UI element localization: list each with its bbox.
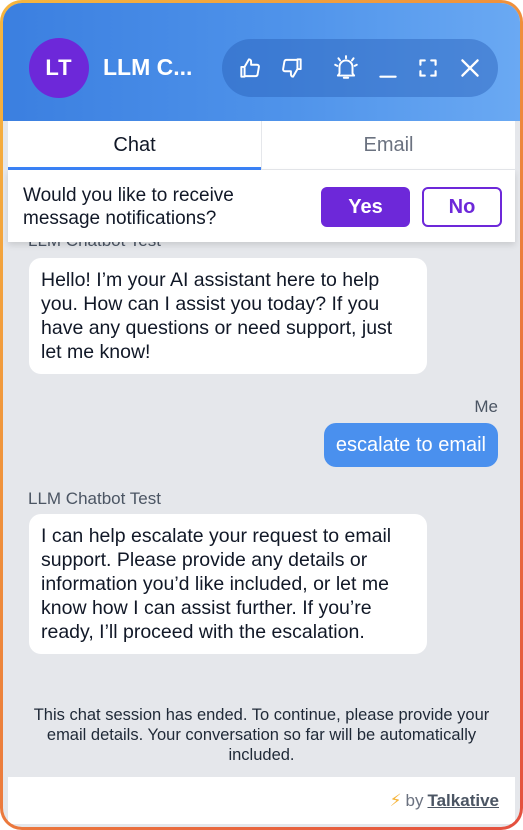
chat-widget: LT LLM C... Chat Email Would you like to… (3, 3, 520, 827)
thumbs-down-icon[interactable] (278, 54, 306, 82)
avatar: LT (29, 38, 89, 98)
notification-question: Would you like to receive message notifi… (23, 185, 234, 229)
chat-transcript[interactable]: LLM Chatbot Test Hello! I’m your AI assi… (8, 242, 515, 776)
minimize-icon[interactable] (374, 54, 402, 82)
notification-prompt: Would you like to receive message notifi… (8, 170, 515, 242)
no-button[interactable]: No (422, 187, 502, 227)
talkative-link[interactable]: Talkative (427, 791, 499, 811)
footer-prefix: by (405, 790, 424, 810)
user-message: escalate to email (323, 423, 498, 467)
session-ended-notice: This chat session has ended. To continue… (33, 706, 490, 764)
bell-icon[interactable] (332, 54, 360, 82)
message-sender: Me (474, 397, 498, 416)
bot-message: I can help escalate your request to emai… (29, 514, 427, 654)
tab-chat[interactable]: Chat (8, 121, 261, 170)
fullscreen-icon[interactable] (414, 54, 442, 82)
widget-title: LLM C... (103, 54, 193, 80)
bot-message: Hello! I’m your AI assistant here to hel… (29, 258, 427, 374)
message-sender: LLM Chatbot Test (28, 242, 161, 251)
message-sender: LLM Chatbot Test (28, 489, 161, 508)
widget-header: LT LLM C... (3, 3, 520, 121)
widget-frame: LT LLM C... Chat Email Would you like to… (0, 0, 523, 830)
lightning-icon: ⚡ (389, 790, 402, 810)
yes-button[interactable]: Yes (321, 187, 410, 227)
tab-email[interactable]: Email (261, 121, 515, 169)
tab-bar: Chat Email (8, 121, 515, 170)
close-icon[interactable] (456, 54, 484, 82)
widget-footer: ⚡ by Talkative (8, 776, 515, 824)
thumbs-up-icon[interactable] (236, 54, 264, 82)
header-controls (222, 39, 498, 97)
